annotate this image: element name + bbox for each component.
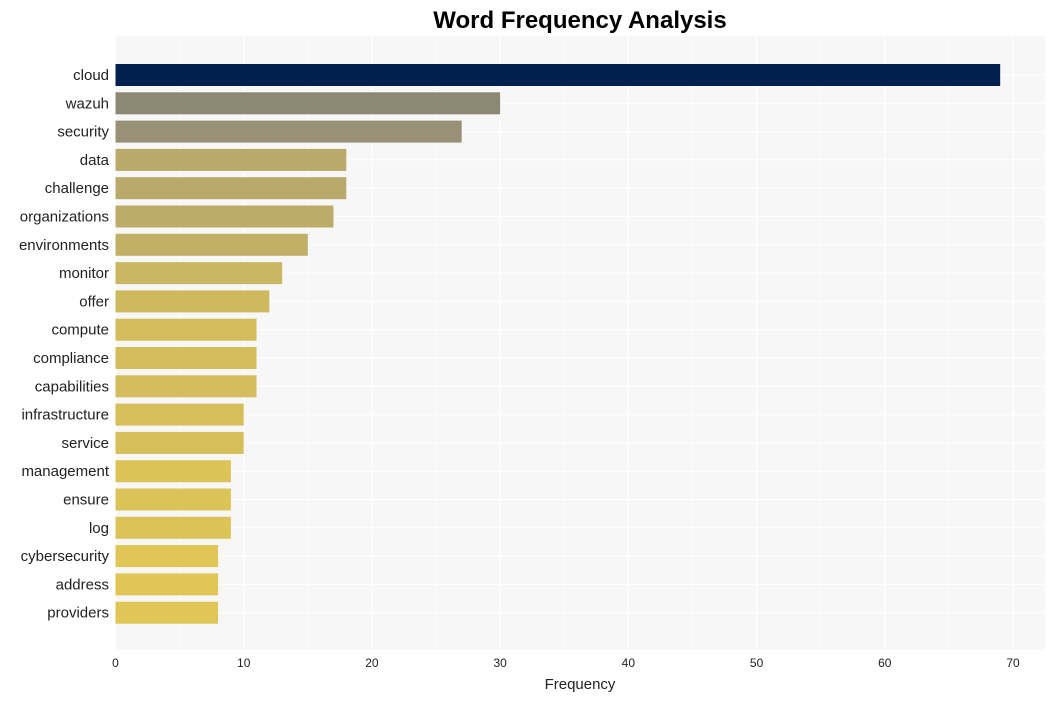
bar-log <box>115 516 231 539</box>
bar-compute <box>115 318 257 341</box>
bar-cybersecurity <box>115 545 219 568</box>
x-tick-label: 20 <box>365 656 379 670</box>
category-label-ensure: ensure <box>63 492 109 509</box>
x-tick-label: 10 <box>237 656 251 670</box>
x-tick-label: 60 <box>878 656 892 670</box>
category-label-infrastructure: infrastructure <box>21 407 109 424</box>
x-tick-label: 50 <box>750 656 764 670</box>
category-label-environments: environments <box>19 237 109 254</box>
category-label-challenge: challenge <box>45 180 109 197</box>
category-label-security: security <box>57 124 109 141</box>
x-tick-label: 30 <box>493 656 507 670</box>
bar-monitor <box>115 262 283 285</box>
category-label-cybersecurity: cybersecurity <box>21 548 110 565</box>
category-label-compliance: compliance <box>33 350 109 367</box>
category-label-providers: providers <box>47 605 109 622</box>
bar-data <box>115 148 347 171</box>
bar-compliance <box>115 347 257 369</box>
bar-challenge <box>115 177 347 200</box>
bar-security <box>115 120 462 143</box>
bar-chart: Word Frequency Analysis cloud wazuh securi… <box>19 7 1045 693</box>
bar-infrastructure <box>115 403 244 426</box>
category-label-data: data <box>80 152 110 169</box>
x-tick-label: 0 <box>112 656 119 670</box>
category-label-capabilities: capabilities <box>35 378 109 395</box>
category-label-log: log <box>89 520 109 537</box>
x-tick-label: 70 <box>1006 656 1020 670</box>
bar-providers <box>115 601 219 624</box>
bar-wazuh <box>115 92 501 115</box>
bar-address <box>115 573 219 596</box>
x-tick-label: 40 <box>622 656 636 670</box>
category-label-wazuh: wazuh <box>65 95 109 112</box>
x-axis-label: Frequency <box>545 676 616 693</box>
bar-capabilities <box>115 375 257 398</box>
bar-environments <box>115 233 308 256</box>
category-label-offer: offer <box>79 293 109 310</box>
category-label-monitor: monitor <box>59 265 109 282</box>
chart-title: Word Frequency Analysis <box>433 7 726 34</box>
category-label-management: management <box>21 463 109 480</box>
category-labels: cloud wazuh security data challenge organizat… <box>19 67 110 622</box>
x-axis-ticks: 0 10 20 30 40 50 60 70 <box>112 656 1020 670</box>
bar-management <box>115 460 231 483</box>
bar-organizations <box>115 205 334 228</box>
bar-offer <box>115 290 270 313</box>
category-label-organizations: organizations <box>20 209 109 226</box>
bar-cloud <box>115 64 1001 86</box>
category-label-address: address <box>56 576 109 593</box>
bar-ensure <box>115 488 231 511</box>
category-label-compute: compute <box>51 322 109 339</box>
category-label-cloud: cloud <box>73 67 109 84</box>
bar-service <box>115 431 244 454</box>
category-label-service: service <box>61 435 109 452</box>
